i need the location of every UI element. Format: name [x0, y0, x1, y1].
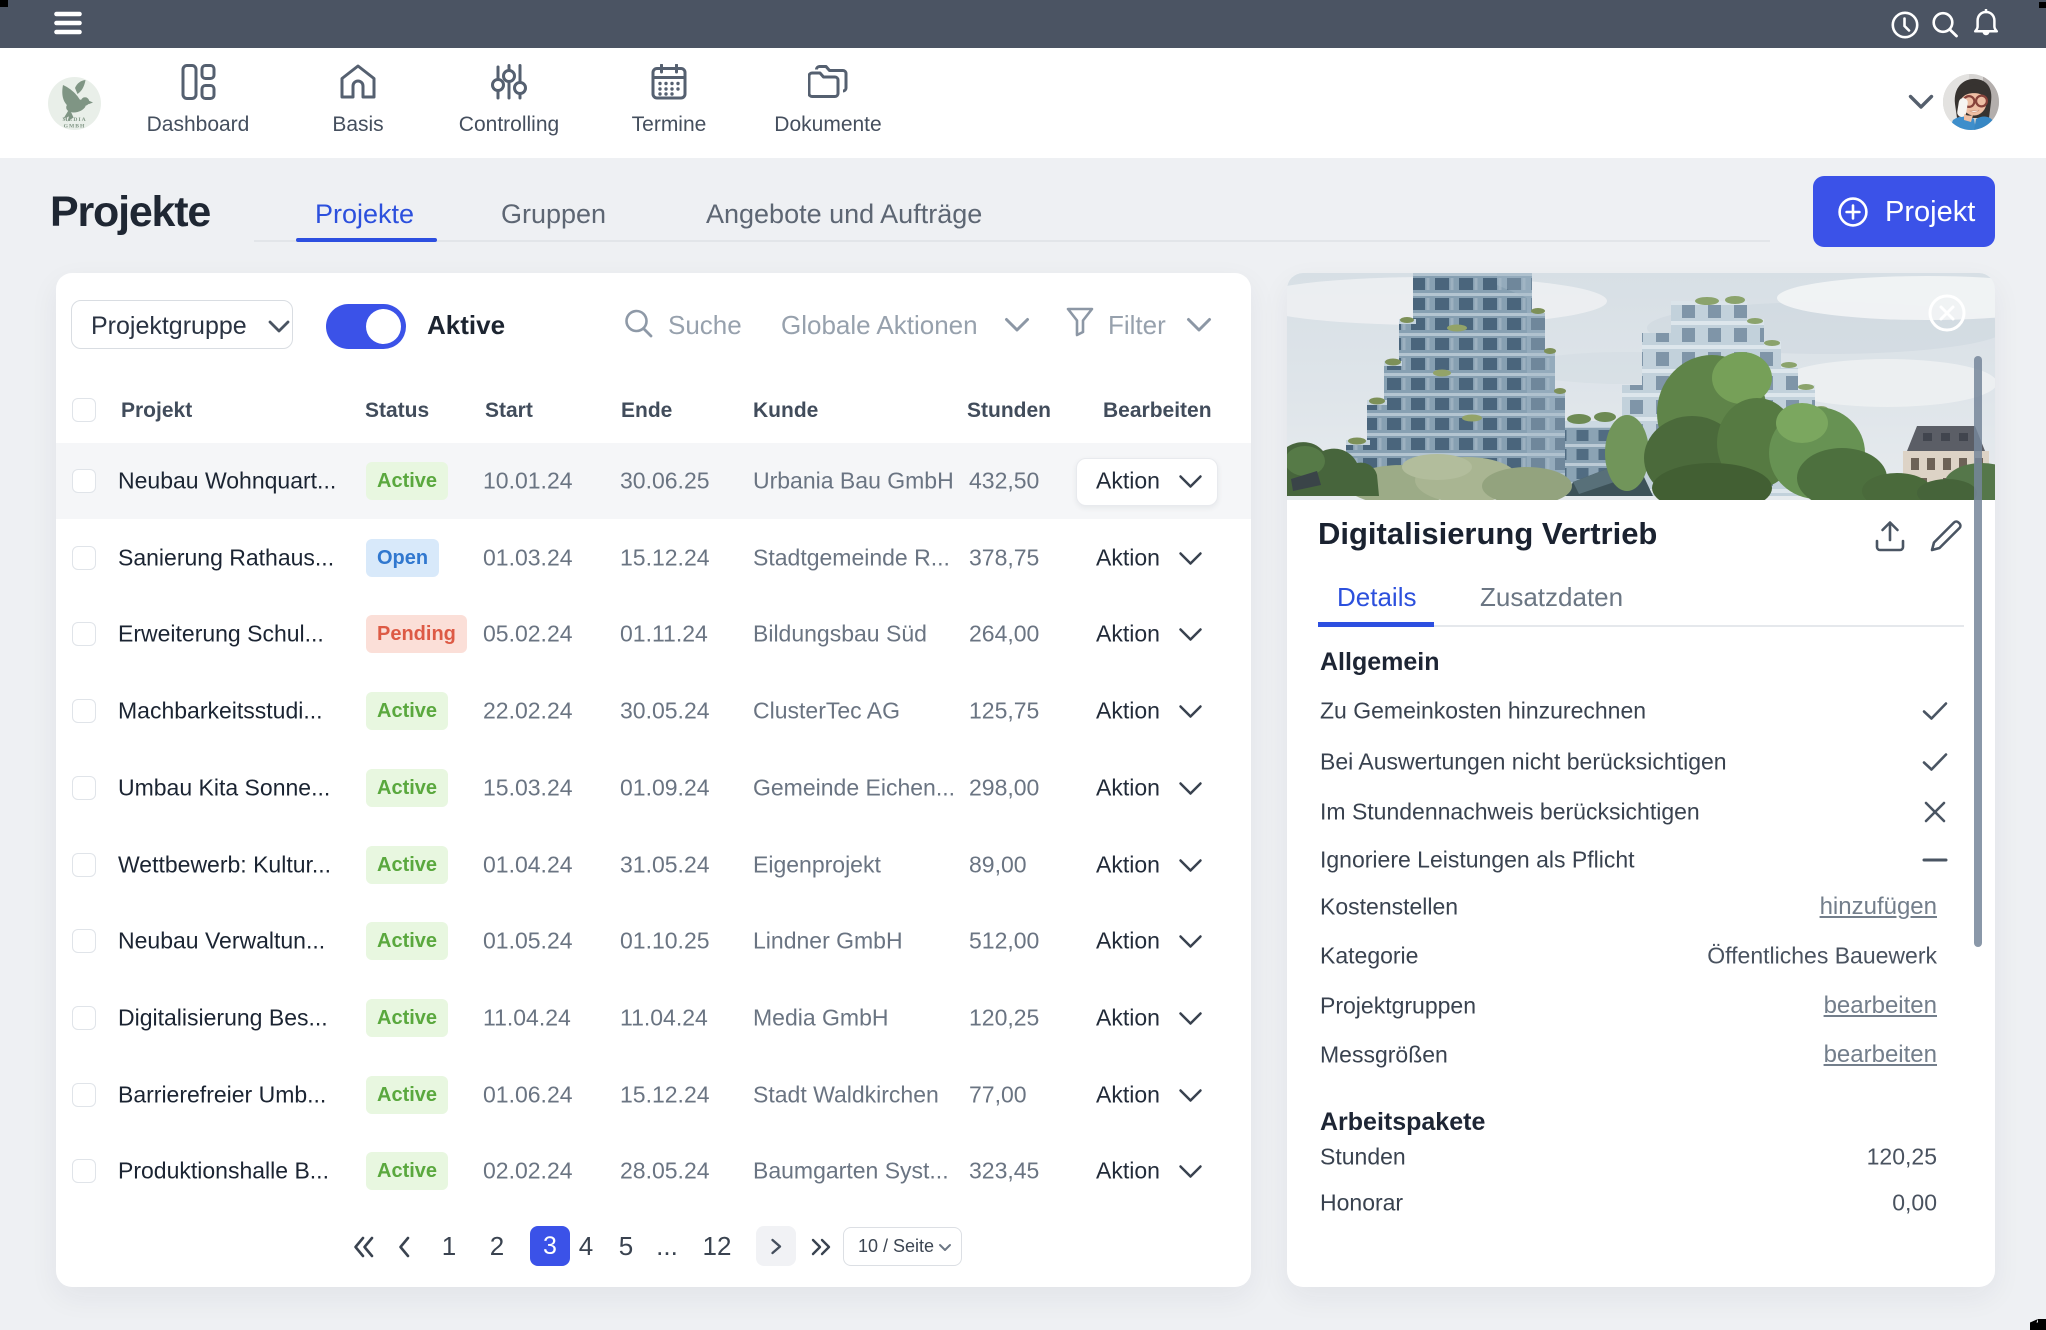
svg-text:GMBH: GMBH — [64, 124, 86, 130]
svg-text:MEDIA: MEDIA — [62, 117, 86, 123]
